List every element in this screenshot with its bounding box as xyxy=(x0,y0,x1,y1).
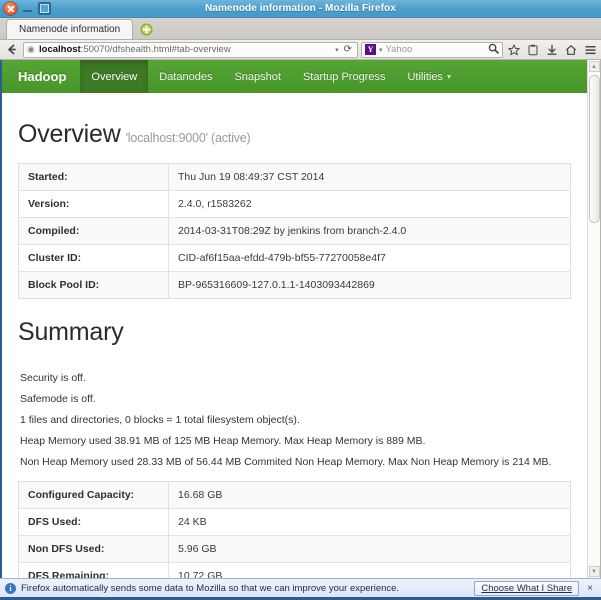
scrollbar-track[interactable] xyxy=(588,73,600,565)
summary-row-value: 16.68 GB xyxy=(178,489,223,501)
summary-row-value: 5.96 GB xyxy=(178,543,217,555)
search-icon[interactable] xyxy=(488,43,499,57)
nav-item-overview[interactable]: Overview xyxy=(80,60,149,93)
url-text: localhost:50070/dfshealth.html#tab-overv… xyxy=(39,44,332,55)
summary-row-value: 10.72 GB xyxy=(178,570,223,578)
back-arrow-icon[interactable] xyxy=(3,41,20,58)
info-icon: i xyxy=(5,582,16,594)
overview-row-value: CID-af6f15aa-efdd-479b-bf55-77270058e4f7 xyxy=(178,252,386,264)
window-titlebar: Namenode information - Mozilla Firefox xyxy=(0,0,601,18)
table-row: Version: 2.4.0, r1583262 xyxy=(18,190,571,218)
yahoo-icon[interactable]: Y xyxy=(365,44,376,55)
scroll-down-icon[interactable]: ▼ xyxy=(588,566,600,577)
nav-item-startup-progress[interactable]: Startup Progress xyxy=(292,60,397,93)
table-row: Non DFS Used: 5.96 GB xyxy=(18,535,571,563)
choose-what-i-share-button[interactable]: Choose What I Share xyxy=(474,580,580,596)
summary-line: Heap Memory used 38.91 MB of 125 MB Heap… xyxy=(20,434,426,447)
browser-navigation-toolbar: ◉ localhost:50070/dfshealth.html#tab-ove… xyxy=(0,40,601,60)
url-host: localhost xyxy=(39,44,81,55)
summary-row-label: Non DFS Used: xyxy=(18,535,169,563)
nav-item-overview-label: Overview xyxy=(91,70,138,83)
page-scrollbar[interactable]: ▲ ▼ xyxy=(587,60,600,578)
overview-row-value: Thu Jun 19 08:49:37 CST 2014 xyxy=(178,171,325,183)
scroll-up-icon[interactable]: ▲ xyxy=(588,61,600,72)
table-row: Configured Capacity: 16.68 GB xyxy=(18,481,571,509)
overview-row-label: Cluster ID: xyxy=(18,244,169,272)
overview-row-value: BP-965316609-127.0.1.1-1403093442869 xyxy=(178,279,375,291)
summary-line: Non Heap Memory used 28.33 MB of 56.44 M… xyxy=(20,455,552,468)
table-row: Cluster ID: CID-af6f15aa-efdd-479b-bf55-… xyxy=(18,244,571,272)
nav-item-datanodes-label: Datanodes xyxy=(159,70,213,83)
overview-row-label: Started: xyxy=(18,163,169,191)
overview-subheading: 'localhost:9000' (active) xyxy=(125,131,251,145)
window-minimize-icon[interactable] xyxy=(21,2,34,15)
overview-heading: Overview 'localhost:9000' (active) xyxy=(18,93,571,163)
close-icon[interactable]: × xyxy=(584,583,596,594)
menu-icon[interactable] xyxy=(582,41,598,58)
choose-what-i-share-label: Choose What I Share xyxy=(481,582,573,594)
overview-row-label: Compiled: xyxy=(18,217,169,245)
window-maximize-icon[interactable] xyxy=(38,2,51,15)
nav-item-utilities[interactable]: Utilities ▾ xyxy=(396,60,461,93)
browser-tabstrip: Namenode information xyxy=(0,18,601,40)
firefox-window: Namenode information - Mozilla Firefox N… xyxy=(0,0,601,600)
web-page: Hadoop Overview Datanodes Snapshot Start… xyxy=(2,60,587,578)
summary-row-label: DFS Used: xyxy=(18,508,169,536)
nav-item-datanodes[interactable]: Datanodes xyxy=(148,60,223,93)
summary-table: Configured Capacity: 16.68 GB DFS Used: … xyxy=(18,481,571,578)
browser-tab-namenode-information[interactable]: Namenode information xyxy=(6,19,134,39)
overview-row-value: 2.4.0, r1583262 xyxy=(178,198,252,210)
window-close-icon[interactable] xyxy=(4,2,17,15)
new-tab-icon[interactable] xyxy=(135,19,157,39)
scrollbar-thumb[interactable] xyxy=(588,75,600,223)
page-viewport: Hadoop Overview Datanodes Snapshot Start… xyxy=(0,60,601,578)
table-row: Compiled: 2014-03-31T08:29Z by jenkins f… xyxy=(18,217,571,245)
chevron-down-icon: ▾ xyxy=(446,72,451,81)
url-bar[interactable]: ◉ localhost:50070/dfshealth.html#tab-ove… xyxy=(23,41,358,58)
browser-tab-label: Namenode information xyxy=(19,24,121,35)
summary-row-label: Configured Capacity: xyxy=(18,481,169,509)
nav-item-startup-progress-label: Startup Progress xyxy=(302,70,386,83)
notification-text: Firefox automatically sends some data to… xyxy=(21,582,400,594)
overview-heading-text: Overview xyxy=(18,120,121,148)
summary-lines: Security is off. Safemode is off. 1 file… xyxy=(18,360,571,481)
nav-item-snapshot-label: Snapshot xyxy=(234,70,281,83)
summary-row-value: 24 KB xyxy=(178,516,207,528)
download-icon[interactable] xyxy=(544,41,560,58)
reading-list-icon[interactable] xyxy=(525,41,541,58)
overview-table: Started: Thu Jun 19 08:49:37 CST 2014 Ve… xyxy=(18,163,571,299)
search-bar[interactable]: Y ▾ Yahoo xyxy=(361,41,503,58)
table-row: DFS Used: 24 KB xyxy=(18,508,571,536)
reload-icon[interactable]: ⟳ xyxy=(342,44,354,55)
notification-bar: i Firefox automatically sends some data … xyxy=(0,578,601,597)
overview-row-label: Block Pool ID: xyxy=(18,271,169,299)
chevron-down-icon[interactable]: ▾ xyxy=(379,46,383,54)
table-row: DFS Remaining: 10.72 GB xyxy=(18,562,571,578)
overview-row-label: Version: xyxy=(18,190,169,218)
table-row: Started: Thu Jun 19 08:49:37 CST 2014 xyxy=(18,163,571,191)
search-input[interactable]: Yahoo xyxy=(386,44,485,55)
table-row: Block Pool ID: BP-965316609-127.0.1.1-14… xyxy=(18,271,571,299)
summary-line: Security is off. xyxy=(20,371,86,384)
globe-icon: ◉ xyxy=(27,44,35,54)
hadoop-brand[interactable]: Hadoop xyxy=(2,60,80,93)
overview-row-value: 2014-03-31T08:29Z by jenkins from branch… xyxy=(178,225,407,237)
nav-item-snapshot[interactable]: Snapshot xyxy=(223,60,291,93)
summary-heading: Summary xyxy=(18,318,124,346)
nav-item-utilities-label: Utilities xyxy=(407,70,443,83)
hadoop-navbar: Hadoop Overview Datanodes Snapshot Start… xyxy=(2,60,587,93)
page-content: Overview 'localhost:9000' (active) Starte… xyxy=(2,93,587,578)
window-title: Namenode information - Mozilla Firefox xyxy=(204,3,397,14)
url-dropdown-icon[interactable]: ▾ xyxy=(335,46,339,54)
summary-line: 1 files and directories, 0 blocks = 1 to… xyxy=(20,413,300,426)
summary-line: Safemode is off. xyxy=(20,392,96,405)
url-path: :50070/dfshealth.html#tab-overview xyxy=(80,44,231,55)
summary-row-label: DFS Remaining: xyxy=(18,562,169,578)
bookmark-star-icon[interactable] xyxy=(506,41,522,58)
home-icon[interactable] xyxy=(563,41,579,58)
